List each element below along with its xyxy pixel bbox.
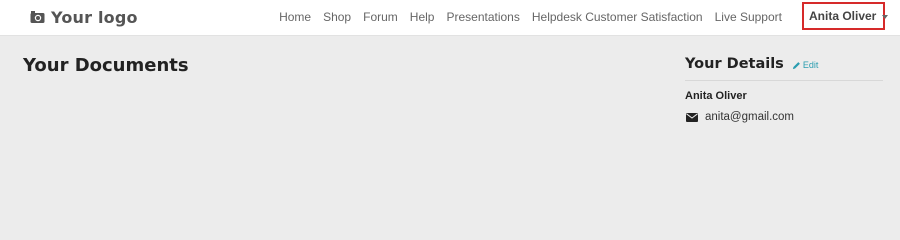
- edit-details-link[interactable]: Edit: [792, 60, 819, 70]
- camera-icon: [30, 11, 45, 23]
- nav-item-help[interactable]: Help: [404, 10, 441, 24]
- envelope-icon: [686, 112, 698, 122]
- user-menu-name: Anita Oliver: [809, 9, 877, 23]
- user-menu-dropdown[interactable]: Anita Oliver: [802, 2, 889, 30]
- nav-item-home[interactable]: Home: [273, 10, 317, 24]
- nav-item-shop[interactable]: Shop: [317, 10, 357, 24]
- details-header: Your Details Edit: [685, 56, 883, 81]
- top-navbar: Your logo Home Shop Forum Help Presentat…: [0, 0, 900, 36]
- pencil-icon: [792, 61, 800, 69]
- details-title: Your Details: [685, 56, 784, 72]
- brand-logo[interactable]: Your logo: [30, 6, 138, 28]
- nav-item-forum[interactable]: Forum: [357, 10, 404, 24]
- nav-item-presentations[interactable]: Presentations: [440, 10, 525, 24]
- nav-item-live-support[interactable]: Live Support: [709, 10, 788, 24]
- details-email: anita@gmail.com: [705, 111, 795, 123]
- details-user-name: Anita Oliver: [685, 90, 747, 102]
- logo-text: Your logo: [51, 7, 138, 27]
- nav-item-helpdesk-customer-satisfaction[interactable]: Helpdesk Customer Satisfaction: [526, 10, 709, 24]
- edit-link-label: Edit: [802, 60, 819, 70]
- main-menu: Home Shop Forum Help Presentations Helpd…: [273, 0, 788, 33]
- documents-title: Your Documents: [23, 55, 189, 76]
- caret-down-icon: [882, 14, 889, 19]
- details-email-row: anita@gmail.com: [686, 111, 794, 123]
